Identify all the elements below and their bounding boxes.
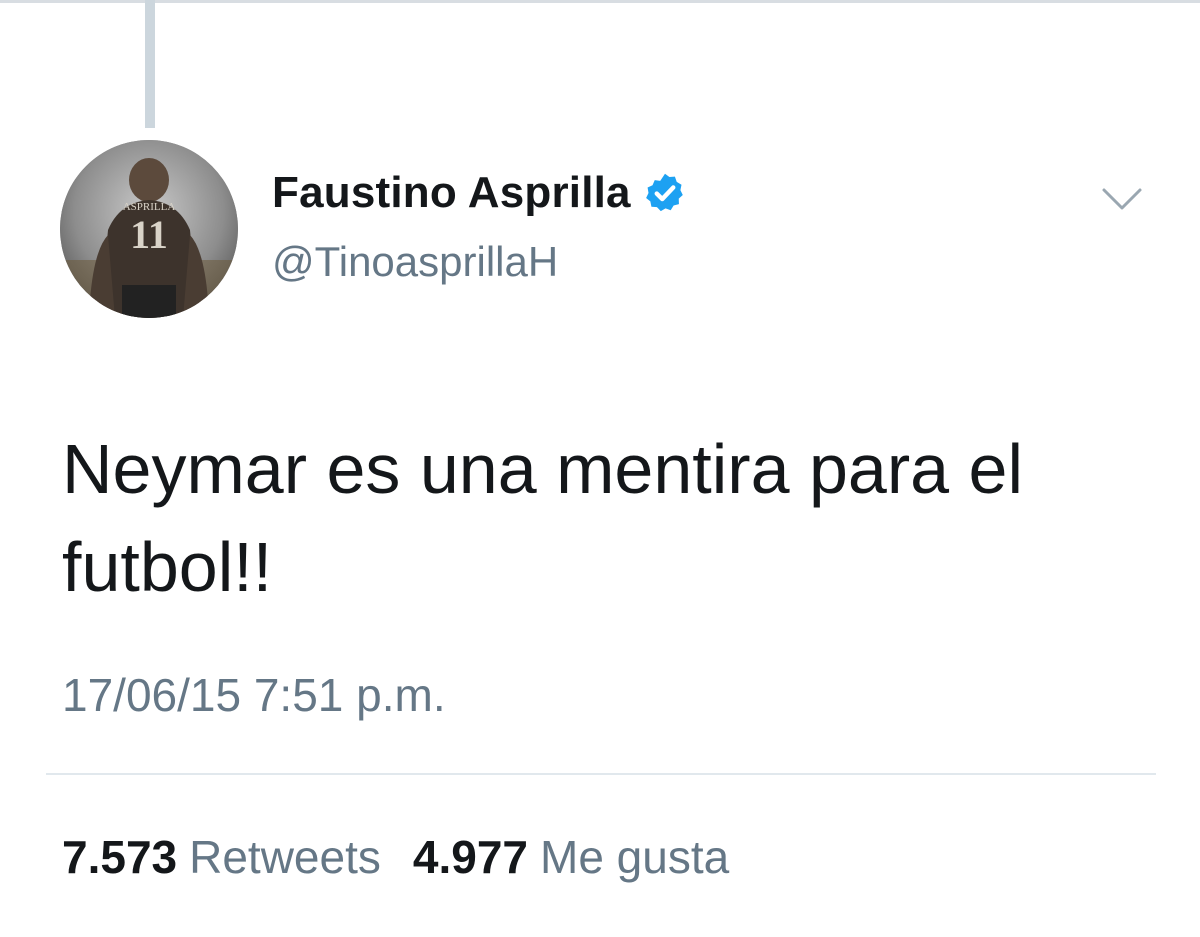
divider	[46, 773, 1156, 775]
retweets-label: Retweets	[189, 831, 381, 883]
top-border	[0, 0, 1200, 3]
likes-label: Me gusta	[540, 831, 730, 883]
tweet-text: Neymar es una mentira para el futbol!!	[62, 430, 1023, 606]
tweet-menu-button[interactable]	[1098, 180, 1146, 216]
author-display-name[interactable]: Faustino Asprilla	[272, 168, 631, 218]
tweet-stats: 7.573 Retweets 4.977 Me gusta	[62, 830, 729, 884]
thread-connector-line	[145, 0, 155, 128]
avatar-image: ASPRILLA 11	[60, 140, 238, 318]
retweets-count: 7.573	[62, 831, 178, 883]
author-name-row[interactable]: Faustino Asprilla	[272, 168, 687, 218]
likes-count: 4.977	[412, 831, 528, 883]
verified-badge-icon	[645, 173, 683, 212]
avatar[interactable]: ASPRILLA 11	[60, 140, 238, 318]
tweet-timestamp[interactable]: 17/06/15 7:51 p.m.	[62, 668, 446, 722]
tweet-detail-page: ASPRILLA 11 Faustino Asprilla @Tinoaspri…	[0, 0, 1200, 937]
likes-stat[interactable]: 4.977 Me gusta	[413, 830, 729, 884]
avatar-jersey-number: 11	[130, 212, 168, 257]
author-handle[interactable]: @TinoasprillaH	[272, 238, 558, 286]
chevron-down-icon	[1102, 188, 1142, 210]
retweets-stat[interactable]: 7.573 Retweets	[62, 830, 381, 884]
